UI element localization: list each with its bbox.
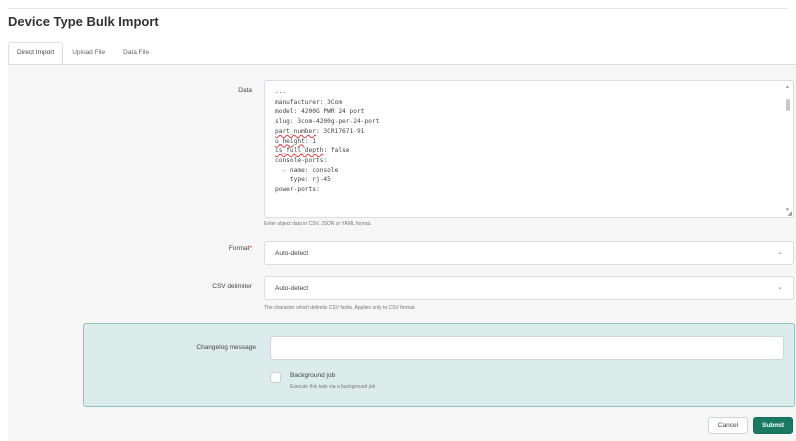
csv-delimiter-select[interactable]: Auto-detect ⌄ [264, 276, 794, 300]
tab-data-file[interactable]: Data File [114, 42, 158, 64]
required-mark: * [249, 245, 252, 252]
csv-delimiter-label: CSV delimiter [212, 283, 252, 290]
cancel-button[interactable]: Cancel [708, 417, 748, 434]
code-line: power-ports: [275, 186, 320, 194]
background-job-help: Execute this task via a background job [290, 384, 376, 390]
csv-help-text: The character which delimits CSV fields.… [264, 305, 416, 311]
changelog-input[interactable] [270, 336, 784, 360]
scroll-up-arrow-icon[interactable]: ▲ [785, 85, 790, 90]
chevron-down-icon: ⌄ [777, 249, 783, 256]
tab-bar: Direct Import Upload File Data File [8, 42, 158, 64]
format-label: Format* [229, 245, 252, 252]
code-line: --- [275, 89, 287, 96]
data-textarea[interactable]: --- manufacturer: 3Com model: 4200G PWR 24… [264, 80, 794, 218]
scroll-thumb[interactable] [786, 99, 790, 111]
data-label: Data [238, 87, 252, 94]
code-line: is_full_depth: false [275, 147, 350, 155]
code-line: manufacturer: 3Com [275, 98, 343, 106]
submit-button[interactable]: Submit [753, 417, 793, 434]
changelog-label: Changelog message [196, 344, 256, 351]
code-line: type: rj-45 [275, 176, 331, 184]
spellcheck-key: u_height [275, 137, 305, 145]
data-help-text: Enter object data in CSV, JSON or YAML f… [264, 221, 372, 227]
background-job-checkbox[interactable] [270, 372, 281, 383]
page-title: Device Type Bulk Import [8, 14, 159, 29]
resize-handle-icon[interactable]: ◢ [787, 210, 792, 217]
textarea-scrollbar[interactable]: ▲ ▼ [785, 85, 790, 213]
format-label-text: Format [228, 245, 250, 252]
code-line: part_number: 3CR17671-91 [275, 127, 365, 135]
spellcheck-key: is_full_depth [275, 147, 324, 155]
code-line: console-ports: [275, 156, 328, 164]
tab-direct-import[interactable]: Direct Import [8, 42, 64, 64]
code-line: slug: 3com-4200g-per-24-port [275, 118, 380, 126]
data-code: --- manufacturer: 3Com model: 4200G PWR 24… [265, 81, 793, 202]
chevron-down-icon: ⌄ [777, 284, 783, 291]
code-line: model: 4200G PWR 24 port [275, 108, 365, 116]
csv-delimiter-value: Auto-detect [275, 285, 309, 292]
background-job-label: Background job [290, 372, 336, 379]
code-line: - name: console [275, 166, 339, 174]
changelog-section: Changelog message Background job Execute… [83, 323, 795, 407]
spellcheck-key: part_number [275, 127, 316, 135]
import-form-panel: Data --- manufacturer: 3Com model: 4200G P… [8, 64, 796, 441]
format-select[interactable]: Auto-detect ⌄ [264, 241, 794, 265]
code-line: u_height: 1 [275, 137, 316, 145]
top-border [8, 8, 788, 9]
format-select-value: Auto-detect [275, 250, 309, 257]
tab-upload-file[interactable]: Upload File [63, 42, 114, 64]
